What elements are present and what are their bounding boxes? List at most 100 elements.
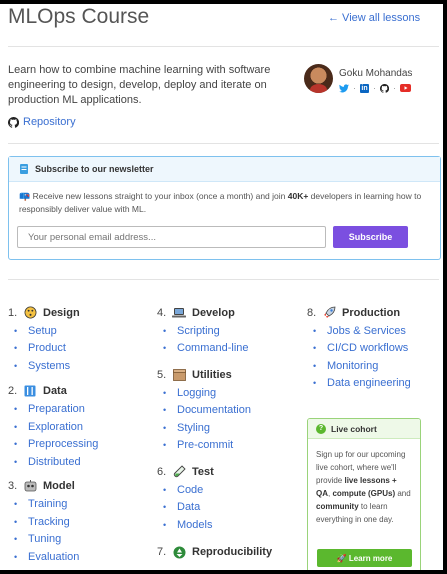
section-number: 4. [157, 306, 167, 319]
lesson-link-data[interactable]: • Data [157, 499, 272, 517]
section-number: 3. [8, 480, 18, 492]
lesson-label: Data engineering [327, 377, 411, 390]
recycle-icon [172, 545, 186, 559]
newsletter-body: 📪 Receive new lessons straight to your i… [9, 182, 440, 216]
lesson-link-logging[interactable]: • Logging [157, 384, 272, 402]
lesson-link-scripting[interactable]: • Scripting [157, 322, 272, 340]
section-title: Test [192, 465, 214, 478]
lesson-link-command-line[interactable]: • Command-line [157, 340, 272, 358]
lesson-link-systems[interactable]: • Systems [8, 357, 98, 375]
section-design: 1. Design [8, 305, 98, 320]
section-number: 1. [8, 306, 18, 319]
twitter-icon[interactable] [339, 83, 349, 93]
test-tube-icon [172, 465, 186, 479]
lesson-link-preparation[interactable]: • Preparation [8, 401, 98, 419]
lesson-link-monitoring[interactable]: • Monitoring [307, 357, 411, 375]
section-production: 8. Production [307, 305, 411, 320]
lesson-label: Documentation [177, 404, 251, 417]
author-avatar [304, 64, 333, 93]
lesson-label: Command-line [177, 342, 249, 355]
divider [8, 279, 439, 280]
lesson-label: CI/CD workflows [327, 342, 409, 355]
lesson-label: Preprocessing [28, 438, 99, 451]
lesson-link-tracking[interactable]: • Tracking [8, 513, 98, 531]
lesson-label: Setup [28, 324, 57, 337]
rocket-icon: 🚀 [336, 553, 347, 563]
lesson-link-preprocessing[interactable]: • Preprocessing [8, 436, 98, 454]
linkedin-icon[interactable]: in [360, 83, 369, 93]
live-cohort-header: ? Live cohort [308, 419, 420, 439]
live-cohort-title: Live cohort [331, 423, 377, 434]
lesson-label: Data [177, 501, 201, 514]
lesson-link-jobs-services[interactable]: • Jobs & Services [307, 322, 411, 340]
section-model: 3. Model [8, 479, 98, 494]
lesson-label: Models [177, 518, 213, 531]
section-data: 2. Data [8, 384, 98, 399]
lesson-link-tuning[interactable]: • Tuning [8, 531, 98, 549]
section-number: 2. [8, 385, 18, 397]
lesson-label: Tuning [28, 533, 62, 546]
section-title: Reproducibility [192, 546, 273, 558]
course-description: Learn how to combine machine learning wi… [8, 64, 271, 106]
laptop-icon [172, 306, 186, 320]
lesson-link-training[interactable]: • Training [8, 496, 98, 514]
section-title: Utilities [192, 368, 232, 381]
repository-link[interactable]: Repository [8, 116, 76, 128]
lesson-link-distributed[interactable]: • Distributed [8, 453, 98, 471]
lesson-label: Scripting [177, 324, 220, 337]
lesson-link-evaluation[interactable]: • Evaluation [8, 548, 98, 566]
author-socials: · in · · [339, 83, 411, 93]
section-number: 7. [157, 546, 167, 558]
section-number: 5. [157, 368, 167, 381]
subscribe-button[interactable]: Subscribe [333, 226, 408, 248]
divider [8, 143, 439, 144]
live-cohort-text-segment: and [395, 489, 411, 498]
lesson-link-setup[interactable]: • Setup [8, 322, 98, 340]
lesson-label: Styling [177, 421, 211, 434]
question-icon: ? [316, 423, 326, 434]
newsletter-title: Subscribe to our newsletter [35, 164, 154, 174]
lesson-link-styling[interactable]: • Styling [157, 419, 272, 437]
view-all-lessons-link[interactable]: ← View all lessons [328, 12, 420, 24]
lesson-link-product[interactable]: • Product [8, 340, 98, 358]
lesson-label: Product [28, 342, 66, 355]
repository-label: Repository [23, 116, 76, 128]
lesson-link-data-engineering[interactable]: • Data engineering [307, 375, 411, 393]
lesson-link-code[interactable]: • Code [157, 481, 272, 499]
section-title: Production [342, 306, 401, 319]
lesson-label: Training [28, 498, 68, 511]
section-title: Design [43, 306, 80, 319]
lesson-link-cicd-workflows[interactable]: • CI/CD workflows [307, 340, 411, 358]
github-icon[interactable] [380, 83, 389, 93]
live-cohort-text-segment: compute (GPUs) [332, 489, 396, 498]
learn-more-button[interactable]: 🚀 Learn more [317, 549, 412, 567]
lesson-label: Pre-commit [177, 439, 234, 452]
section-title: Model [43, 480, 75, 492]
youtube-icon[interactable] [400, 84, 411, 92]
newsletter-count: 40K+ [287, 191, 309, 201]
section-number: 8. [307, 306, 317, 319]
lesson-link-models[interactable]: • Models [157, 516, 272, 534]
newsletter-header: Subscribe to our newsletter [9, 157, 440, 182]
lesson-label: Monitoring [327, 359, 379, 372]
live-cohort-box: ? Live cohort Sign up for our upcoming l… [307, 418, 421, 570]
course-page: MLOps Course ← View all lessons Learn ho… [0, 4, 443, 570]
learn-more-label: Learn more [348, 553, 393, 563]
lesson-link-exploration[interactable]: • Exploration [8, 418, 98, 436]
lesson-label: Preparation [28, 403, 85, 416]
lesson-link-pre-commit[interactable]: • Pre-commit [157, 437, 272, 455]
live-cohort-text-segment: community [316, 502, 359, 511]
lesson-label: Logging [177, 386, 217, 399]
section-reproducibility: 7. Reproducibility [157, 545, 272, 560]
section-title: Data [43, 385, 67, 397]
lessons-column-1: 1. Design • Setup • Product • Systems 2. Da… [8, 305, 98, 566]
section-number: 6. [157, 465, 167, 478]
lesson-label: Code [177, 483, 204, 496]
email-field[interactable] [17, 226, 326, 248]
lesson-link-documentation[interactable]: • Documentation [157, 402, 272, 420]
rocket-icon [322, 306, 336, 320]
lesson-label: Distributed [28, 455, 81, 468]
lesson-label: Systems [28, 359, 71, 372]
robot-icon [23, 479, 37, 493]
lessons-column-3: 8. Production • Jobs & Services • CI/CD wo… [307, 305, 411, 392]
